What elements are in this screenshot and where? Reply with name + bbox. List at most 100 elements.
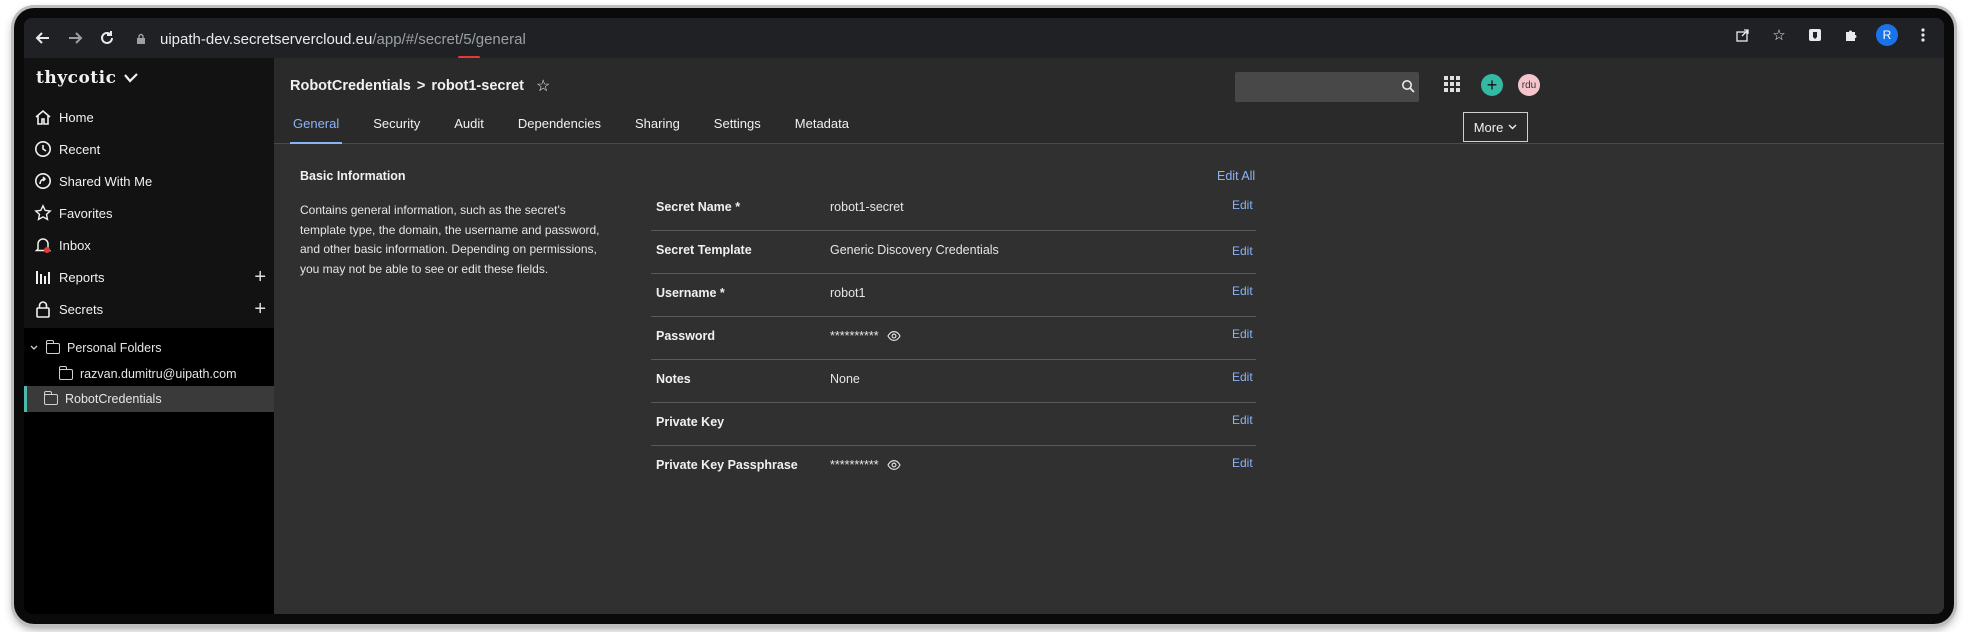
folder-icon (58, 365, 73, 380)
address-bar[interactable]: uipath-dev.secretservercloud.eu/app/#/se… (136, 26, 526, 52)
nav-shared-with-me[interactable]: Shared With Me (32, 166, 270, 196)
star-icon (32, 202, 54, 224)
main-panel: RobotCredentials > robot1-secret ☆ + rdu… (274, 58, 1944, 614)
thycotic-logo[interactable]: thycotic (36, 68, 138, 88)
field-label: Secret Name * (656, 200, 741, 214)
lock-icon (136, 31, 152, 47)
nav-inbox[interactable]: Inbox (32, 230, 270, 260)
back-icon[interactable] (28, 23, 58, 53)
breadcrumb-separator: > (416, 78, 426, 94)
folder-icon (43, 390, 58, 405)
sidebar: thycotic Home Recent Shared With Me Favo… (24, 58, 274, 614)
edit-link[interactable]: Edit (1232, 327, 1253, 341)
tab-dependencies[interactable]: Dependencies (515, 110, 604, 144)
browser-profile-avatar[interactable]: R (1876, 24, 1898, 46)
field-value: robot1-secret (830, 200, 904, 214)
field-row-secret-template: Secret Template Generic Discovery Creden… (651, 231, 1256, 274)
breadcrumb-current: robot1-secret (431, 78, 524, 94)
nav-home-label: Home (59, 109, 94, 125)
nav-favorites-label: Favorites (59, 205, 113, 221)
tab-audit[interactable]: Audit (451, 110, 487, 144)
secret-tabs: General Security Audit Dependencies Shar… (290, 110, 880, 144)
folder-tree: Personal Folders razvan.dumitru@uipath.c… (24, 328, 274, 614)
lock-icon (32, 298, 54, 320)
more-button[interactable]: More (1463, 112, 1528, 142)
nav-favorites[interactable]: Favorites (32, 198, 270, 228)
reload-icon[interactable] (92, 23, 122, 53)
field-value: ********** (830, 458, 901, 472)
browser-window: uipath-dev.secretservercloud.eu/app/#/se… (24, 18, 1944, 614)
section-description: Contains general information, such as th… (300, 203, 600, 276)
url-path: /app/#/secret/5/general (372, 30, 526, 48)
favorite-star-icon[interactable]: ☆ (536, 76, 550, 96)
extension-shield-icon[interactable] (1804, 24, 1826, 46)
tab-security[interactable]: Security (370, 110, 423, 144)
breadcrumb-parent[interactable]: RobotCredentials (290, 78, 411, 94)
home-icon (32, 106, 54, 128)
browser-menu-icon[interactable] (1912, 24, 1934, 46)
share-icon (32, 170, 54, 192)
extensions-puzzle-icon[interactable] (1840, 24, 1862, 46)
chevron-down-icon (1508, 124, 1517, 130)
tab-settings[interactable]: Settings (711, 110, 764, 144)
forward-icon[interactable] (60, 23, 90, 53)
search-input[interactable] (1235, 72, 1419, 102)
nav-inbox-label: Inbox (59, 237, 91, 253)
nav-recent-label: Recent (59, 141, 101, 157)
tab-sharing[interactable]: Sharing (632, 110, 683, 144)
field-row-username: Username * robot1 Edit (651, 274, 1256, 317)
tab-metadata[interactable]: Metadata (792, 110, 852, 144)
field-value: None (830, 372, 860, 386)
search-icon[interactable] (1401, 79, 1417, 95)
edit-link[interactable]: Edit (1232, 284, 1253, 298)
browser-toolbar: uipath-dev.secretservercloud.eu/app/#/se… (24, 18, 1944, 59)
eye-icon[interactable] (886, 458, 901, 472)
nav-secrets[interactable]: Secrets + (32, 294, 270, 324)
field-value: Generic Discovery Credentials (830, 243, 999, 257)
browser-actions: ☆ R (1732, 24, 1934, 46)
folder-icon (45, 339, 60, 354)
edit-link[interactable]: Edit (1232, 413, 1253, 427)
edit-link[interactable]: Edit (1232, 456, 1253, 470)
folder-user-label: razvan.dumitru@uipath.com (80, 367, 237, 381)
field-label: Password (656, 329, 716, 343)
edit-all-link[interactable]: Edit All (1217, 169, 1255, 183)
tab-general[interactable]: General (290, 110, 343, 144)
add-secret-plus-icon[interactable]: + (254, 298, 266, 321)
share-page-icon[interactable] (1732, 24, 1754, 46)
apps-grid-icon[interactable] (1444, 76, 1460, 92)
folder-user[interactable]: razvan.dumitru@uipath.com (58, 361, 237, 387)
more-button-label: More (1473, 119, 1504, 135)
field-row-secret-name: Secret Name * robot1-secret Edit (651, 188, 1256, 231)
user-avatar[interactable]: rdu (1518, 74, 1540, 96)
add-report-plus-icon[interactable]: + (254, 266, 266, 289)
folder-robotcredentials[interactable]: RobotCredentials (43, 386, 162, 412)
create-new-button[interactable]: + (1481, 74, 1503, 96)
chevron-down-icon[interactable] (30, 345, 38, 351)
field-label: Secret Template (656, 243, 752, 257)
eye-icon[interactable] (886, 329, 901, 343)
edit-link[interactable]: Edit (1232, 370, 1253, 384)
nav-home[interactable]: Home (32, 102, 270, 132)
bell-icon (32, 234, 54, 256)
general-content: Basic Information Contains general infor… (274, 144, 1944, 614)
edit-link[interactable]: Edit (1232, 198, 1253, 212)
field-label: Private Key (656, 415, 725, 429)
field-value: robot1 (830, 286, 866, 300)
nav-secrets-label: Secrets (59, 301, 104, 317)
bookmark-star-icon[interactable]: ☆ (1768, 24, 1790, 46)
nav-recent[interactable]: Recent (32, 134, 270, 164)
field-row-private-key-passphrase: Private Key Passphrase ********** Edit (651, 446, 1256, 489)
clock-icon (32, 138, 54, 160)
folder-personal[interactable]: Personal Folders (30, 335, 162, 361)
field-label: Username * (656, 286, 725, 300)
url-host: uipath-dev.secretservercloud.eu (160, 30, 373, 48)
field-row-notes: Notes None Edit (651, 360, 1256, 403)
nav-shared-label: Shared With Me (59, 173, 153, 189)
field-label: Private Key Passphrase (656, 458, 798, 472)
screen-frame: uipath-dev.secretservercloud.eu/app/#/se… (14, 8, 1954, 624)
nav-reports[interactable]: Reports + (32, 262, 270, 292)
folder-personal-label: Personal Folders (67, 341, 162, 355)
section-title: Basic Information (300, 169, 406, 183)
edit-link[interactable]: Edit (1232, 244, 1253, 258)
